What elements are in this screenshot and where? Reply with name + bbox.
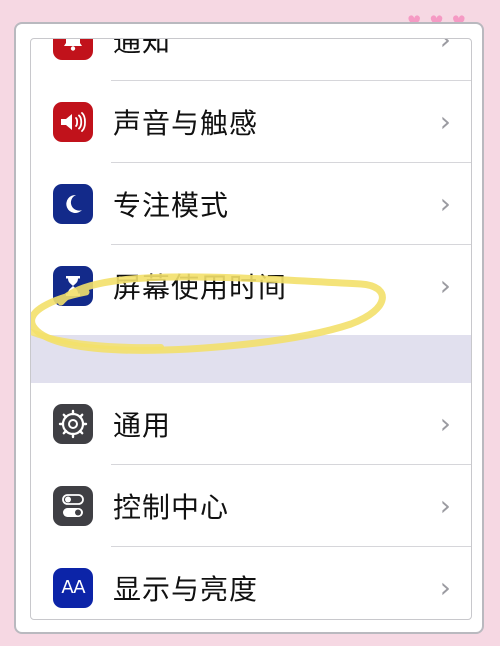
settings-row-label: 通知 xyxy=(113,38,172,58)
chevron-right-icon: › xyxy=(439,187,451,220)
chevron-right-icon: › xyxy=(439,571,451,604)
gear-icon xyxy=(53,403,93,444)
section-separator xyxy=(31,335,471,383)
bell-icon xyxy=(53,39,93,60)
settings-row-label: 声音与触感 xyxy=(113,106,259,140)
settings-row-sounds-haptics[interactable]: 声音与触感 › xyxy=(31,81,471,162)
chevron-right-icon: › xyxy=(439,38,451,56)
settings-row-notifications[interactable]: 通知 › xyxy=(31,38,471,80)
text-size-icon: AA xyxy=(53,567,93,608)
settings-row-label: 专注模式 xyxy=(113,188,230,222)
hourglass-icon xyxy=(53,265,93,306)
toggles-icon xyxy=(53,485,93,526)
chevron-right-icon: › xyxy=(439,407,451,440)
chevron-right-icon: › xyxy=(439,269,451,302)
settings-row-label: 显示与亮度 xyxy=(113,572,259,606)
text-size-glyph: AA xyxy=(61,577,85,598)
speaker-icon xyxy=(53,101,93,142)
settings-row-display-brightness[interactable]: AA 显示与亮度 › xyxy=(31,547,471,619)
settings-row-focus[interactable]: 专注模式 › xyxy=(31,163,471,244)
settings-row-general[interactable]: 通用 › xyxy=(31,383,471,464)
photo-frame: 通知 › 声音与触感 › 专注模式 › 屏幕使用时间 › 通用 › 控制中心 ›… xyxy=(14,22,484,634)
chevron-right-icon: › xyxy=(439,105,451,138)
settings-row-control-center[interactable]: 控制中心 › xyxy=(31,465,471,546)
settings-list: 通知 › 声音与触感 › 专注模式 › 屏幕使用时间 › 通用 › 控制中心 ›… xyxy=(30,38,472,620)
settings-row-label: 控制中心 xyxy=(113,490,230,524)
chevron-right-icon: › xyxy=(439,489,451,522)
settings-row-label: 通用 xyxy=(113,408,172,442)
moon-icon xyxy=(53,183,93,224)
settings-row-label: 屏幕使用时间 xyxy=(113,270,288,304)
settings-row-screen-time[interactable]: 屏幕使用时间 › xyxy=(31,245,471,326)
